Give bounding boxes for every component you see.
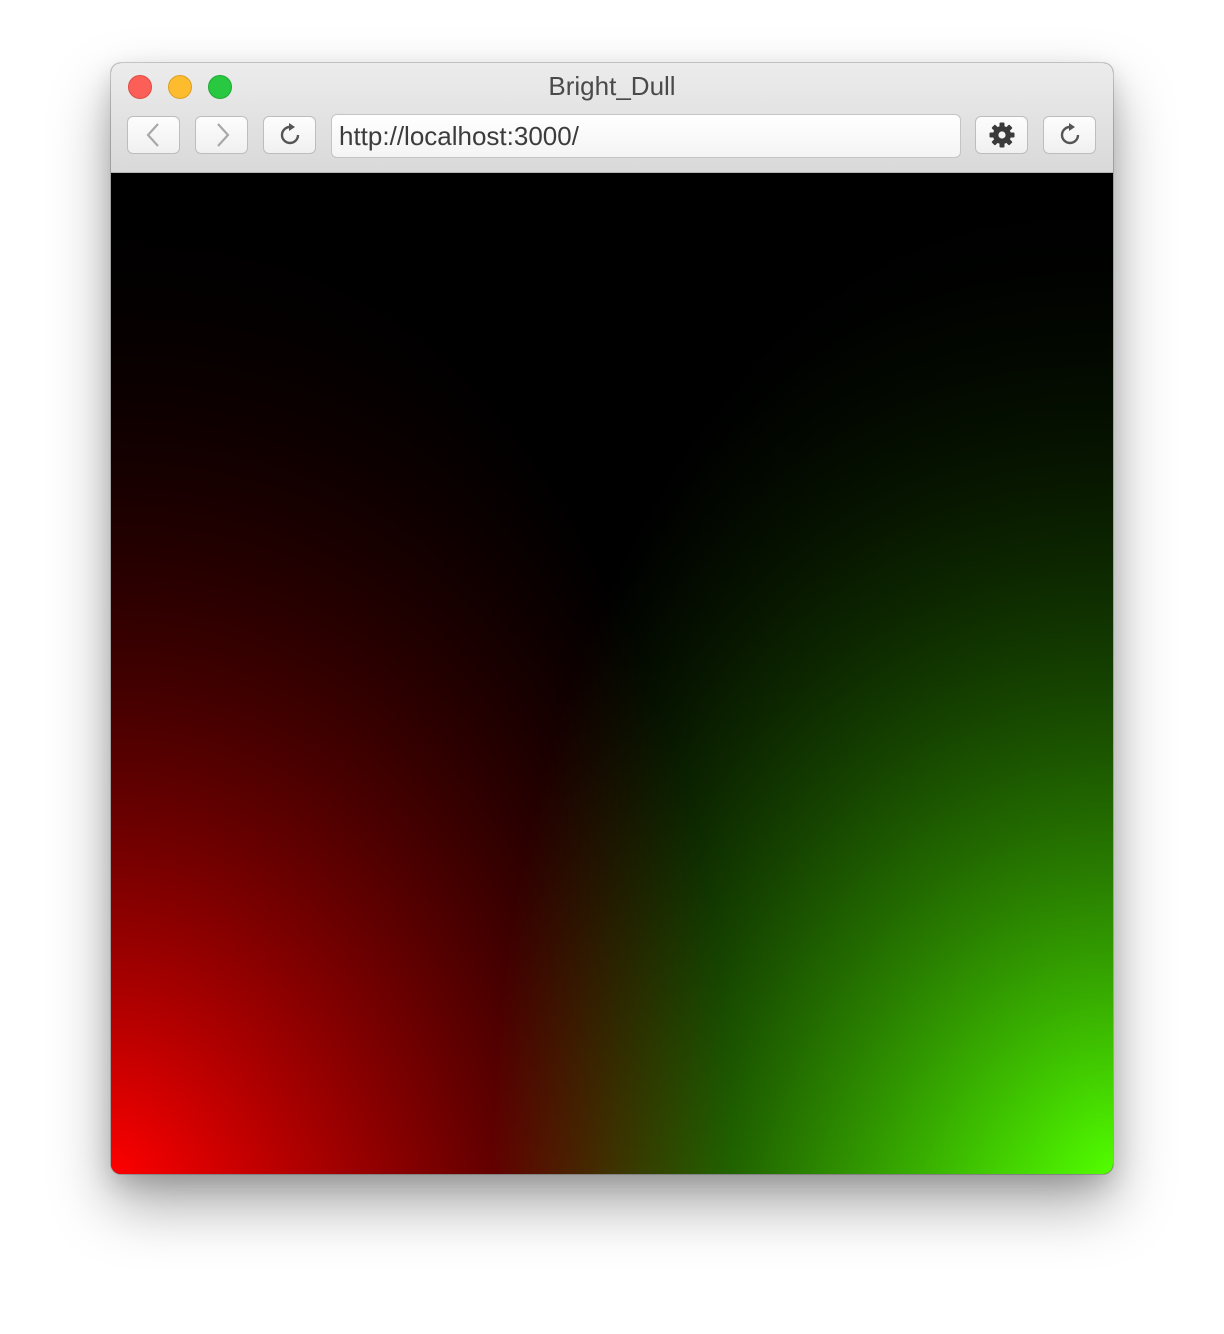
window-title: Bright_Dull: [548, 71, 676, 101]
forward-button[interactable]: [195, 116, 248, 154]
reload-app-button[interactable]: [1043, 116, 1096, 154]
browser-window: Bright_Dull http://localhost:3000/: [111, 63, 1113, 1174]
dark-fade: [111, 173, 1113, 1174]
gear-icon: [989, 122, 1014, 148]
address-bar[interactable]: http://localhost:3000/: [331, 114, 961, 158]
chevron-right-icon: [216, 123, 229, 147]
title-bar: Bright_Dull http://localhost:3000/: [111, 63, 1113, 173]
reload-icon: [1060, 123, 1079, 145]
settings-button[interactable]: [975, 116, 1028, 154]
gradient-canvas: [111, 173, 1113, 1174]
reload-button[interactable]: [263, 116, 316, 154]
back-button[interactable]: [127, 116, 180, 154]
reload-icon: [280, 123, 299, 145]
chevron-left-icon: [146, 123, 159, 147]
